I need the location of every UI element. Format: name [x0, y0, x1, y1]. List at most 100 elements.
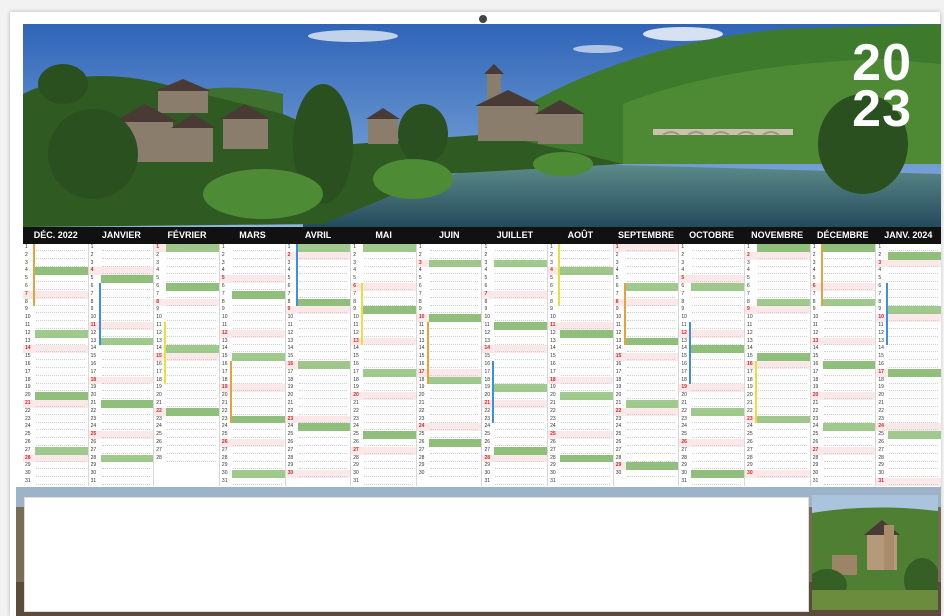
- day-row: 28: [811, 455, 876, 463]
- month-name: MAI: [375, 230, 392, 240]
- day-row: 27: [286, 447, 351, 455]
- holiday-stripe: [494, 322, 548, 330]
- day-row: 25: [745, 431, 810, 439]
- day-number: 11: [287, 322, 293, 328]
- day-row: 31: [876, 478, 941, 486]
- day-row: 7: [482, 290, 548, 299]
- note-line: [429, 476, 479, 478]
- day-number: 12: [25, 329, 31, 336]
- holiday-stripe: [297, 423, 351, 432]
- day-number: 28: [681, 454, 687, 461]
- day-row: 25: [220, 431, 285, 439]
- day-row: 23: [548, 416, 613, 424]
- day-number: 17: [90, 368, 97, 375]
- day-row: 25: [286, 431, 351, 439]
- day-row: 12: [482, 330, 547, 338]
- day-row: 2: [745, 251, 810, 260]
- day-row: 31: [89, 478, 154, 486]
- day-number: 30: [221, 470, 228, 477]
- day-number: 14: [615, 345, 622, 352]
- day-number: 24: [156, 423, 162, 430]
- day-number: 6: [221, 283, 225, 289]
- day-number: 22: [615, 407, 622, 414]
- day-number: 10: [681, 314, 687, 321]
- day-row: 2: [614, 252, 679, 260]
- hanging-hole: [479, 15, 487, 23]
- day-row: 7: [745, 291, 810, 299]
- holiday-stripe: [166, 283, 219, 291]
- day-number: 15: [812, 353, 819, 360]
- day-row: 8: [679, 299, 744, 307]
- day-number: 3: [878, 259, 882, 266]
- day-row: 24: [23, 423, 88, 431]
- day-number: 14: [484, 345, 491, 352]
- day-number: 29: [418, 462, 425, 469]
- day-row: 9: [417, 306, 482, 314]
- school-holiday-band: [98, 283, 101, 346]
- day-row: 27: [679, 447, 744, 455]
- day-number: 15: [221, 353, 228, 360]
- day-number: 13: [25, 337, 31, 344]
- day-number: 18: [550, 376, 556, 383]
- day-number: 14: [812, 345, 819, 352]
- day-number: 24: [90, 423, 97, 430]
- day-row: 21: [417, 400, 482, 408]
- day-number: 27: [25, 446, 31, 453]
- holiday-stripe: [231, 470, 285, 478]
- day-number: 15: [484, 353, 491, 360]
- day-number: 26: [615, 439, 622, 445]
- day-number: 12: [221, 329, 228, 336]
- day-number: 24: [353, 423, 359, 430]
- day-row: 11: [220, 322, 285, 330]
- holiday-stripe: [166, 345, 219, 354]
- day-number: 7: [747, 290, 750, 297]
- day-row: 28: [679, 455, 744, 463]
- day-row: 9: [679, 306, 744, 314]
- day-number: 8: [681, 298, 685, 305]
- day-row: 23: [876, 416, 941, 424]
- day-row: 14: [548, 345, 613, 353]
- day-number: 24: [418, 423, 425, 430]
- day-number: 1: [681, 244, 685, 250]
- day-number: 19: [878, 384, 884, 391]
- day-number: 27: [418, 446, 425, 453]
- holiday-stripe: [297, 244, 351, 252]
- holiday-stripe: [757, 353, 810, 361]
- day-number: 19: [287, 384, 294, 391]
- day-row: 29: [679, 462, 744, 470]
- day-number: 28: [156, 454, 162, 461]
- day-number: 16: [287, 361, 294, 367]
- day-number: 25: [878, 431, 884, 438]
- day-number: 24: [221, 423, 228, 430]
- day-number: 27: [681, 446, 687, 453]
- day-number: 19: [353, 384, 359, 391]
- day-row: 25: [679, 431, 744, 439]
- year-title: 20 23: [852, 37, 912, 135]
- day-number: 17: [353, 368, 359, 375]
- day-row: 18: [548, 376, 613, 385]
- day-row: 29: [482, 462, 547, 470]
- day-number: 9: [418, 306, 422, 313]
- day-row: 9: [745, 306, 810, 315]
- day-number: 15: [878, 353, 884, 360]
- hero-photo: [23, 24, 941, 227]
- day-row: 3: [614, 260, 679, 268]
- day-number: 17: [550, 368, 556, 375]
- day-number: 19: [681, 384, 687, 391]
- day-row: 30: [811, 470, 876, 478]
- day-row: 13: [548, 338, 613, 346]
- day-row: 5: [614, 275, 679, 283]
- day-row: 19: [417, 384, 482, 392]
- day-number: 19: [25, 384, 31, 391]
- day-number: 14: [747, 345, 753, 352]
- month-column: 1 2 3 4 5 6 7 8 9 10 11 12 13 14 15 16 17 18 19 20 21 22 23 24 2…: [613, 244, 680, 486]
- day-row: 22: [23, 408, 88, 416]
- holiday-stripe: [560, 267, 613, 276]
- day-number: 30: [484, 470, 491, 477]
- day-row: 20: [876, 392, 941, 400]
- day-row: 21: [811, 400, 876, 408]
- day-row: 26: [286, 439, 351, 447]
- day-row: 2: [417, 252, 482, 260]
- day-row: 31: [23, 478, 88, 486]
- day-row: 21: [876, 400, 941, 408]
